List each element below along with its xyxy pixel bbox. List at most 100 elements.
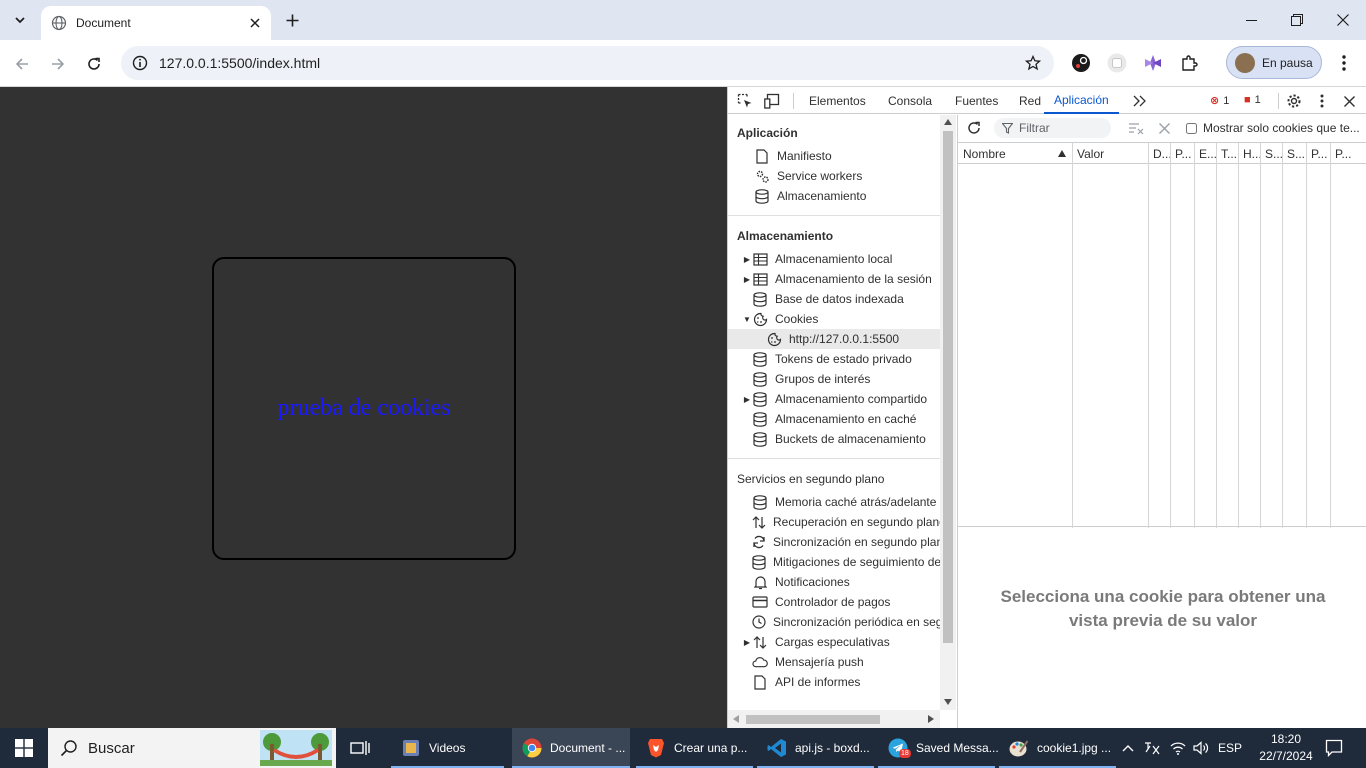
input-indicator-button[interactable]: [1142, 728, 1162, 768]
more-tabs-chevron-icon[interactable]: [1130, 91, 1150, 111]
sidebar-item-label: Base de datos indexada: [775, 292, 904, 306]
column-header-name[interactable]: Nombre: [958, 143, 1072, 164]
tab-elements[interactable]: Elementos: [809, 87, 866, 114]
close-window-button[interactable]: [1320, 0, 1366, 40]
taskbar-app-paint[interactable]: cookie1.jpg ...: [999, 728, 1116, 768]
start-button[interactable]: [0, 728, 48, 768]
profile-button[interactable]: En pausa: [1226, 46, 1322, 79]
notification-center-button[interactable]: [1320, 728, 1348, 768]
sidebar-item-bfcache[interactable]: Memoria caché atrás/adelante: [728, 492, 940, 512]
sidebar-item-bounce-tracking[interactable]: Mitigaciones de seguimiento de rebote: [728, 552, 940, 572]
column-header-samesite[interactable]: S...: [1282, 143, 1306, 164]
errors-badge[interactable]: ⊗ 1: [1210, 94, 1229, 108]
browser-menu-button[interactable]: [1334, 52, 1354, 74]
expand-arrow-icon[interactable]: ▶: [742, 255, 752, 264]
sidebar-item-payment-handler[interactable]: Controlador de pagos: [728, 592, 940, 612]
extension-purple-icon[interactable]: [1142, 52, 1164, 74]
only-issues-checkbox[interactable]: Mostrar solo cookies que te...: [1186, 121, 1360, 135]
taskbar-search-box[interactable]: Buscar: [48, 728, 336, 768]
extension-grey-icon[interactable]: [1106, 52, 1128, 74]
filter-input[interactable]: Filtrar: [994, 118, 1111, 138]
sidebar-item-notifications[interactable]: Notificaciones: [728, 572, 940, 592]
expand-arrow-icon[interactable]: ▶: [742, 395, 752, 404]
site-info-icon[interactable]: [123, 55, 157, 71]
sidebar-item-cookies[interactable]: ▼ Cookies: [728, 309, 940, 329]
collapse-arrow-icon[interactable]: ▼: [742, 315, 752, 324]
column-header-priority[interactable]: P...: [1330, 143, 1366, 164]
url-text[interactable]: 127.0.0.1:5500/index.html: [159, 55, 1018, 71]
column-header-expires[interactable]: E...: [1194, 143, 1217, 164]
sidebar-item-storage-buckets[interactable]: Buckets de almacenamiento: [728, 429, 940, 449]
sidebar-item-indexeddb[interactable]: Base de datos indexada: [728, 289, 940, 309]
back-button[interactable]: [10, 52, 34, 76]
sidebar-item-storage[interactable]: Almacenamiento: [728, 186, 940, 206]
extension-steam-icon[interactable]: [1070, 52, 1092, 74]
extensions-puzzle-icon[interactable]: [1178, 52, 1200, 74]
sidebar-item-background-sync[interactable]: Sincronización en segundo plano: [728, 532, 940, 552]
new-tab-button[interactable]: [282, 10, 302, 30]
sidebar-item-label: Almacenamiento en caché: [775, 412, 917, 426]
tab-application[interactable]: Aplicación: [1044, 87, 1119, 114]
browser-tab[interactable]: Document: [41, 6, 271, 40]
tab-sources[interactable]: Fuentes: [955, 87, 998, 114]
sidebar-vertical-scrollbar[interactable]: [940, 115, 956, 710]
taskbar-app-chrome[interactable]: Document - ...: [512, 728, 630, 768]
sidebar-horizontal-scrollbar[interactable]: [728, 710, 940, 728]
sidebar-item-periodic-sync[interactable]: Sincronización periódica en segundo plan…: [728, 612, 940, 632]
settings-gear-icon[interactable]: [1284, 91, 1304, 111]
volume-button[interactable]: [1191, 728, 1211, 768]
forward-button[interactable]: [46, 52, 70, 76]
show-hidden-icons-button[interactable]: [1120, 728, 1136, 768]
issues-badge[interactable]: ■ 1: [1244, 94, 1261, 106]
expand-arrow-icon[interactable]: ▶: [742, 638, 752, 647]
sidebar-item-shared-storage[interactable]: ▶ Almacenamiento compartido: [728, 389, 940, 409]
column-header-path[interactable]: P...: [1170, 143, 1194, 164]
sidebar-item-background-fetch[interactable]: Recuperación en segundo plano: [728, 512, 940, 532]
taskbar-app-videos[interactable]: Videos: [391, 728, 504, 768]
task-view-button[interactable]: [348, 728, 372, 768]
address-bar[interactable]: 127.0.0.1:5500/index.html: [121, 46, 1054, 80]
tab-search-button[interactable]: [8, 8, 32, 32]
taskbar-app-telegram[interactable]: 18 Saved Messa...: [878, 728, 999, 768]
reload-button[interactable]: [82, 52, 106, 76]
sidebar-item-reporting-api[interactable]: API de informes: [728, 672, 940, 692]
sidebar-item-interest-groups[interactable]: Grupos de interés: [728, 369, 940, 389]
minimize-button[interactable]: [1228, 0, 1274, 40]
refresh-icon[interactable]: [964, 118, 984, 138]
column-header-value[interactable]: Valor: [1072, 143, 1148, 164]
network-button[interactable]: [1168, 728, 1188, 768]
clear-all-icon[interactable]: [1154, 118, 1174, 138]
restore-button[interactable]: [1274, 0, 1320, 40]
taskbar-app-brave[interactable]: Crear una p...: [636, 728, 753, 768]
scrollbar-thumb[interactable]: [943, 131, 953, 643]
tab-network[interactable]: Red: [1019, 87, 1041, 114]
clock[interactable]: 18:20 22/7/2024: [1254, 731, 1318, 765]
sidebar-item-cookie-origin[interactable]: http://127.0.0.1:5500: [728, 329, 940, 349]
sidebar-item-speculative-loads[interactable]: ▶ Cargas especulativas: [728, 632, 940, 652]
column-header-partition-key[interactable]: P...: [1306, 143, 1330, 164]
bookmark-star-icon[interactable]: [1018, 55, 1048, 71]
close-devtools-icon[interactable]: [1339, 91, 1359, 111]
inspect-element-icon[interactable]: [735, 91, 755, 111]
expand-arrow-icon[interactable]: ▶: [742, 275, 752, 284]
sidebar-item-cache-storage[interactable]: Almacenamiento en caché: [728, 409, 940, 429]
sidebar-item-private-state-tokens[interactable]: Tokens de estado privado: [728, 349, 940, 369]
tab-console[interactable]: Consola: [888, 87, 932, 114]
column-header-httponly[interactable]: H...: [1238, 143, 1262, 164]
device-toolbar-icon[interactable]: [763, 91, 783, 111]
devtools-menu-icon[interactable]: [1312, 91, 1332, 111]
column-header-secure[interactable]: S...: [1260, 143, 1283, 164]
sidebar-item-local-storage[interactable]: ▶ Almacenamiento local: [728, 249, 940, 269]
sidebar-item-push-messaging[interactable]: Mensajería push: [728, 652, 940, 672]
tab-close-icon[interactable]: [247, 15, 263, 31]
sidebar-item-session-storage[interactable]: ▶ Almacenamiento de la sesión: [728, 269, 940, 289]
taskbar-app-vscode[interactable]: api.js - boxd...: [757, 728, 874, 768]
sidebar-item-service-workers[interactable]: Service workers: [728, 166, 940, 186]
column-header-domain[interactable]: D...: [1148, 143, 1172, 164]
clear-filtered-icon[interactable]: [1126, 118, 1146, 138]
scrollbar-thumb[interactable]: [746, 715, 880, 724]
checkbox[interactable]: [1186, 122, 1197, 134]
column-header-size[interactable]: T...: [1216, 143, 1238, 164]
sidebar-item-manifest[interactable]: Manifiesto: [728, 146, 940, 166]
language-indicator[interactable]: ESP: [1216, 728, 1244, 768]
